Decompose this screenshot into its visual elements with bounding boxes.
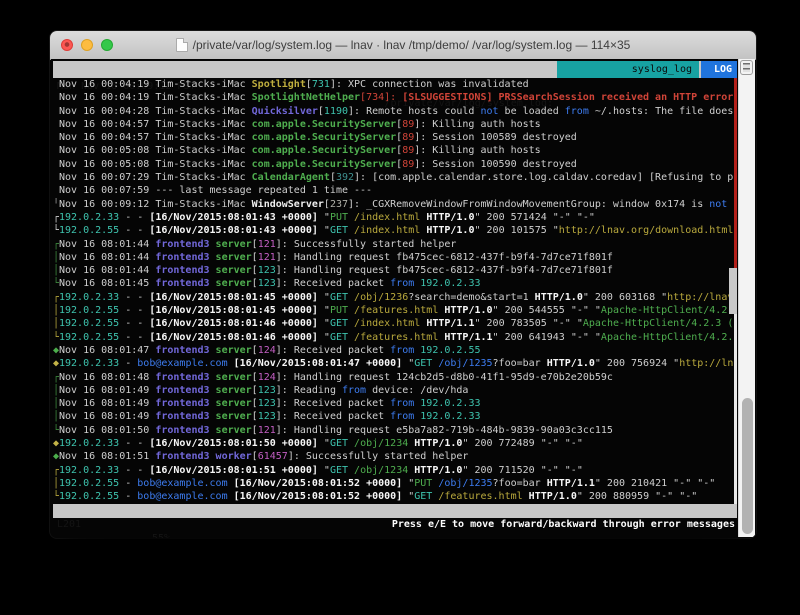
terminal-window: /private/var/log/system.log — lnav · lna… (50, 31, 756, 538)
log-line-text: 192.0.2.55 - bob@example.com [16/Nov/201… (59, 490, 737, 503)
log-line-text: Nov 16 00:04:57 Tim-Stacks-iMac com.appl… (59, 131, 737, 144)
log-line[interactable]: ┌192.0.2.33 - - [16/Nov/2015:08:01:43 +0… (53, 211, 737, 224)
log-line[interactable]: Nov 16 00:04:19 Tim-Stacks-iMac Spotligh… (53, 78, 737, 91)
log-line-text: Nov 16 00:04:28 Tim-Stacks-iMac Quicksil… (59, 105, 737, 118)
log-line-text: Nov 16 00:05:08 Tim-Stacks-iMac com.appl… (59, 158, 737, 171)
log-line-text: Nov 16 08:01:44 frontend3 server[121]: H… (59, 251, 737, 264)
log-line-text: Nov 16 08:01:51 frontend3 worker[61457]:… (59, 450, 737, 463)
terminal: Mon Nov 16 00:09:12 PST /private/var/log… (51, 59, 755, 537)
log-line-text: Nov 16 00:04:57 Tim-Stacks-iMac com.appl… (59, 118, 737, 131)
log-view[interactable]: Nov 16 00:04:19 Tim-Stacks-iMac Spotligh… (53, 78, 737, 504)
log-line[interactable]: └192.0.2.55 - - [16/Nov/2015:08:01:43 +0… (53, 224, 737, 237)
log-line-text: Nov 16 08:01:49 frontend3 server[123]: R… (59, 410, 737, 423)
view-name-badge: LOG (701, 61, 737, 78)
log-line[interactable]: │Nov 16 08:01:49 frontend3 server[123]: … (53, 397, 737, 410)
log-line-text: Nov 16 08:01:49 frontend3 server[123]: R… (59, 397, 737, 410)
log-line[interactable]: Nov 16 00:07:59 --- last message repeate… (53, 184, 737, 197)
screen: { "window": { "title": "/private/var/log… (0, 0, 800, 615)
log-line[interactable]: │192.0.2.55 - bob@example.com [16/Nov/20… (53, 477, 737, 490)
log-line[interactable]: └Nov 16 08:01:45 frontend3 server[123]: … (53, 277, 737, 290)
log-line[interactable]: ┌192.0.2.33 - - [16/Nov/2015:08:01:45 +0… (53, 291, 737, 304)
log-line-text: Nov 16 08:01:47 frontend3 server[124]: R… (59, 344, 737, 357)
scroll-percent-indicator: 55% (152, 532, 170, 538)
log-line[interactable]: │192.0.2.55 - - [16/Nov/2015:08:01:46 +0… (53, 317, 737, 330)
lnav-scrollbar-thumb[interactable] (729, 268, 737, 314)
log-line-text: 192.0.2.55 - - [16/Nov/2015:08:01:46 +00… (59, 317, 737, 330)
minimize-button[interactable] (81, 39, 93, 51)
log-line[interactable]: ┌Nov 16 08:01:48 frontend3 server[124]: … (53, 371, 737, 384)
log-line[interactable]: │Nov 16 08:01:49 frontend3 server[123]: … (53, 410, 737, 423)
log-line[interactable]: ╵Nov 16 00:09:12 Tim-Stacks-iMac WindowS… (53, 198, 737, 211)
document-icon (176, 38, 188, 52)
close-button[interactable] (61, 39, 73, 51)
log-line-text: Nov 16 08:01:48 frontend3 server[124]: H… (59, 371, 737, 384)
log-line-text: Nov 16 00:07:59 --- last message repeate… (59, 184, 737, 197)
log-line[interactable]: └192.0.2.55 - bob@example.com [16/Nov/20… (53, 490, 737, 503)
log-line[interactable]: └Nov 16 08:01:50 frontend3 server[121]: … (53, 424, 737, 437)
log-line-text: Nov 16 00:04:19 Tim-Stacks-iMac Spotligh… (59, 91, 737, 104)
log-line-text: 192.0.2.55 - - [16/Nov/2015:08:01:43 +00… (59, 224, 737, 237)
macos-scrollbar-track[interactable] (738, 59, 755, 537)
window-titlebar[interactable]: /private/var/log/system.log — lnav · lna… (50, 31, 756, 60)
log-line-text: Nov 16 08:01:44 frontend3 server[121]: S… (59, 238, 737, 251)
log-line[interactable]: Nov 16 00:05:08 Tim-Stacks-iMac com.appl… (53, 158, 737, 171)
log-line[interactable]: Nov 16 00:04:19 Tim-Stacks-iMac Spotligh… (53, 91, 737, 104)
zoom-button[interactable] (101, 39, 113, 51)
log-line[interactable]: │Nov 16 08:01:49 frontend3 server[123]: … (53, 384, 737, 397)
log-line-text: Nov 16 08:01:50 frontend3 server[121]: H… (59, 424, 737, 437)
log-format-badge: syslog_log (557, 61, 699, 78)
log-line[interactable]: │192.0.2.55 - - [16/Nov/2015:08:01:45 +0… (53, 304, 737, 317)
macos-scrollbar-thumb[interactable] (742, 398, 753, 534)
log-line[interactable]: Nov 16 00:07:29 Tim-Stacks-iMac Calendar… (53, 171, 737, 184)
log-line-text: 192.0.2.55 - bob@example.com [16/Nov/201… (59, 477, 737, 490)
log-line-text: 192.0.2.33 - - [16/Nov/2015:08:01:45 +00… (59, 291, 737, 304)
log-line-text: 192.0.2.33 - bob@example.com [16/Nov/201… (59, 357, 737, 370)
log-line-text: 192.0.2.55 - - [16/Nov/2015:08:01:46 +00… (59, 331, 737, 344)
log-line-text: 192.0.2.55 - - [16/Nov/2015:08:01:45 +00… (59, 304, 737, 317)
log-line-text: Nov 16 08:01:49 frontend3 server[123]: R… (59, 384, 737, 397)
log-line[interactable]: ◆192.0.2.33 - - [16/Nov/2015:08:01:50 +0… (53, 437, 737, 450)
lnav-top-status-bar: Mon Nov 16 00:09:12 PST /private/var/log… (53, 61, 737, 78)
traffic-lights (61, 39, 113, 51)
log-line[interactable]: Nov 16 00:04:57 Tim-Stacks-iMac com.appl… (53, 118, 737, 131)
log-line[interactable]: ◆Nov 16 08:01:47 frontend3 server[124]: … (53, 344, 737, 357)
log-line[interactable]: │Nov 16 08:01:44 frontend3 server[121]: … (53, 251, 737, 264)
log-line[interactable]: ┌Nov 16 08:01:44 frontend3 server[121]: … (53, 238, 737, 251)
log-line-text: Nov 16 00:07:29 Tim-Stacks-iMac Calendar… (59, 171, 737, 184)
window-title-group: /private/var/log/system.log — lnav · lna… (176, 38, 631, 52)
log-line[interactable]: └192.0.2.55 - - [16/Nov/2015:08:01:46 +0… (53, 331, 737, 344)
log-line[interactable]: Nov 16 00:05:08 Tim-Stacks-iMac com.appl… (53, 144, 737, 157)
log-line[interactable]: Nov 16 00:04:28 Tim-Stacks-iMac Quicksil… (53, 105, 737, 118)
log-line-text: Nov 16 08:01:45 frontend3 server[123]: R… (59, 277, 737, 290)
scrollbar-marker-button[interactable] (740, 60, 753, 75)
log-line-text: Nov 16 08:01:44 frontend3 server[123]: H… (59, 264, 737, 277)
log-line[interactable]: Nov 16 00:04:57 Tim-Stacks-iMac com.appl… (53, 131, 737, 144)
log-line[interactable]: ◆Nov 16 08:01:51 frontend3 worker[61457]… (53, 450, 737, 463)
prompt-message: Press e/E to move forward/backward throu… (53, 518, 737, 532)
log-line-text: 192.0.2.33 - - [16/Nov/2015:08:01:50 +00… (59, 437, 737, 450)
log-line-text: 192.0.2.33 - - [16/Nov/2015:08:01:43 +00… (59, 211, 737, 224)
log-line-text: 192.0.2.33 - - [16/Nov/2015:08:01:51 +00… (59, 464, 737, 477)
log-line[interactable]: │Nov 16 08:01:44 frontend3 server[123]: … (53, 264, 737, 277)
log-line[interactable]: ┌192.0.2.33 - - [16/Nov/2015:08:01:51 +0… (53, 464, 737, 477)
log-line-text: Nov 16 00:05:08 Tim-Stacks-iMac com.appl… (59, 144, 737, 157)
lnav-bottom-status-bar: L201 55% 0 hits ?:View Help (53, 504, 737, 518)
log-line[interactable]: ◆192.0.2.33 - bob@example.com [16/Nov/20… (53, 357, 737, 370)
log-line-text: Nov 16 00:09:12 Tim-Stacks-iMac WindowSe… (59, 198, 737, 211)
window-title: /private/var/log/system.log — lnav · lna… (193, 38, 631, 52)
log-line-text: Nov 16 00:04:19 Tim-Stacks-iMac Spotligh… (59, 78, 737, 91)
